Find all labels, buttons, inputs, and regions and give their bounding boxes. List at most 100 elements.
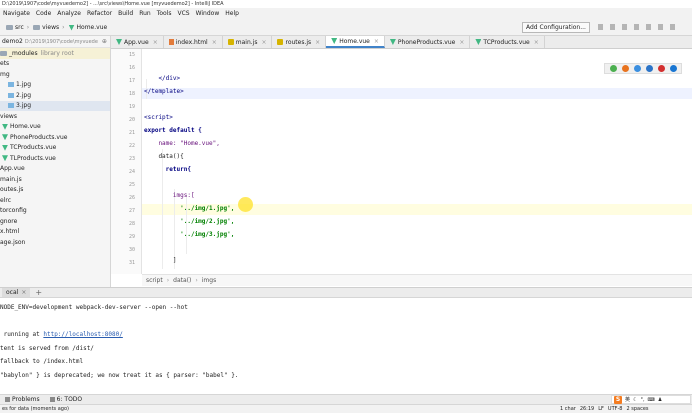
todo-button[interactable]: 6: TODO [45, 396, 87, 403]
status-indent[interactable]: 2 spaces [626, 405, 648, 413]
code-editor[interactable]: </div> </template> <script> export defau… [142, 49, 692, 274]
moon-icon[interactable]: ☾ [633, 397, 637, 403]
safari-icon[interactable] [633, 65, 641, 72]
breadcrumb-item[interactable]: script [146, 277, 163, 284]
project-structure-icon[interactable] [658, 24, 663, 30]
tree-item-app-vue[interactable]: App.vue [0, 164, 110, 175]
status-encoding[interactable]: UTF-8 [608, 405, 623, 413]
menu-run[interactable]: Run [136, 8, 154, 20]
tree-item-1-jpg[interactable]: 1.jpg [0, 80, 110, 91]
tab-label: routes.js [285, 38, 312, 46]
terminal-output[interactable]: NODE_ENV=development webpack-dev-server … [0, 298, 692, 394]
tool-window-bar: Problems 6: TODO [0, 394, 692, 404]
nav-crumb-src[interactable]: src › [4, 24, 31, 31]
tree-item-main-js[interactable]: main.js [0, 174, 110, 185]
menu-code[interactable]: Code [33, 8, 54, 20]
status-caret-position[interactable]: 26:19 [580, 405, 594, 413]
close-icon[interactable]: × [315, 39, 320, 46]
tree-item-babelrc[interactable]: elrc [0, 195, 110, 206]
menu-analyze[interactable]: Analyze [54, 8, 84, 20]
breadcrumb-item[interactable]: imgs [202, 277, 216, 284]
add-terminal-icon[interactable]: + [35, 288, 42, 297]
tab-phone-products[interactable]: PhoneProducts.vue × [385, 36, 471, 48]
tree-item-note: library root [40, 49, 74, 57]
nav-crumb-home-vue[interactable]: Home.vue [67, 24, 110, 31]
search-icon[interactable] [670, 24, 675, 30]
close-icon[interactable]: × [21, 288, 26, 297]
ie-icon[interactable] [645, 65, 653, 72]
stop-icon[interactable] [646, 24, 651, 30]
tab-index-html[interactable]: index.html × [164, 36, 223, 48]
close-icon[interactable]: × [153, 39, 158, 46]
terminal-tab-local[interactable]: ocal × [2, 288, 31, 297]
add-configuration-button[interactable]: Add Configuration... [522, 22, 590, 33]
tree-item-routes-js[interactable]: outes.js [0, 185, 110, 196]
tree-item-2-jpg[interactable]: 2.jpg [0, 90, 110, 101]
tree-item-gitignore[interactable]: gnore [0, 216, 110, 227]
coverage-icon[interactable] [622, 24, 627, 30]
tree-item-tl-products[interactable]: TLProducts.vue [0, 153, 110, 164]
user-icon[interactable]: ♟ [658, 397, 662, 403]
line-number: 17 [128, 78, 135, 84]
close-icon[interactable]: × [534, 39, 539, 46]
chrome-icon[interactable] [609, 65, 617, 72]
line-number: 26 [128, 195, 135, 201]
tree-item-tc-products[interactable]: TCProducts.vue [0, 143, 110, 154]
sogou-icon[interactable]: S [614, 395, 622, 404]
menu-build[interactable]: Build [115, 8, 136, 20]
menu-window[interactable]: Window [193, 8, 223, 20]
line-number: 18 [128, 91, 135, 97]
menu-navigate[interactable]: Navigate [0, 8, 33, 20]
project-root[interactable]: demo2 D:\2019\1907\code\myvuede ⊕ ⚙ – [0, 36, 110, 48]
keyboard-icon[interactable]: ⌨ [648, 397, 655, 403]
breadcrumb-item[interactable]: data() [173, 277, 191, 284]
run-icon[interactable] [598, 24, 603, 30]
menu-vcs[interactable]: VCS [174, 8, 192, 20]
tab-routes-js[interactable]: routes.js × [272, 36, 327, 48]
debug-icon[interactable] [610, 24, 615, 30]
tree-item-views[interactable]: views [0, 111, 110, 122]
close-icon[interactable]: × [459, 39, 464, 46]
punctuation-icon[interactable]: °, [641, 397, 645, 403]
profile-icon[interactable] [634, 24, 639, 30]
tree-item-node-modules[interactable]: _modules library root [0, 48, 110, 59]
terminal-line: NODE_ENV=development webpack-dev-server … [0, 304, 188, 311]
target-icon[interactable]: ⊕ [102, 38, 107, 45]
tree-item-home-vue[interactable]: Home.vue [0, 122, 110, 133]
close-icon[interactable]: × [261, 39, 266, 46]
tree-item-3-jpg[interactable]: 3.jpg [0, 100, 110, 111]
chevron-right-icon: › [166, 277, 170, 284]
line-number-gutter[interactable]: 15 16 17 18 19 20 21 22 23 24 25 26 27 2… [111, 49, 142, 274]
code-line: data(){ [144, 153, 184, 160]
localhost-link[interactable]: http://localhost:8080/ [43, 331, 122, 338]
tag-match-highlight [142, 88, 692, 99]
close-icon[interactable]: × [374, 38, 379, 45]
line-number: 28 [128, 221, 135, 227]
tab-main-js[interactable]: main.js × [223, 36, 273, 48]
problems-button[interactable]: Problems [0, 396, 45, 403]
tab-home-vue[interactable]: Home.vue × [326, 36, 385, 48]
firefox-icon[interactable] [621, 65, 629, 72]
chevron-right-icon: › [62, 24, 65, 31]
close-icon[interactable]: × [212, 39, 217, 46]
tree-item-editorconfig[interactable]: torconfig [0, 206, 110, 217]
menu-refactor[interactable]: Refactor [84, 8, 115, 20]
code-line: '../img/3.jpg', [144, 231, 235, 238]
menu-help[interactable]: Help [222, 8, 242, 20]
status-line-separator[interactable]: LF [598, 405, 604, 413]
opera-icon[interactable] [657, 65, 665, 72]
nav-crumb-views[interactable]: views › [31, 24, 66, 31]
tab-app-vue[interactable]: App.vue × [111, 36, 164, 48]
menu-tools[interactable]: Tools [154, 8, 175, 20]
toolbar-icons [598, 24, 675, 30]
tree-item-phone-products[interactable]: PhoneProducts.vue [0, 132, 110, 143]
tab-tc-products[interactable]: TCProducts.vue × [470, 36, 545, 48]
project-tool-window: demo2 D:\2019\1907\code\myvuede ⊕ ⚙ – _m… [0, 36, 111, 288]
tree-item-assets[interactable]: ets [0, 59, 110, 70]
tree-item-img[interactable]: mg [0, 69, 110, 80]
tree-item-index-html[interactable]: x.html [0, 227, 110, 238]
ime-mode[interactable]: 英 [625, 396, 630, 403]
editor-breadcrumb: script › data() › imgs [142, 274, 692, 286]
tree-item-package-json[interactable]: age.json [0, 237, 110, 248]
edge-icon[interactable] [669, 65, 677, 72]
